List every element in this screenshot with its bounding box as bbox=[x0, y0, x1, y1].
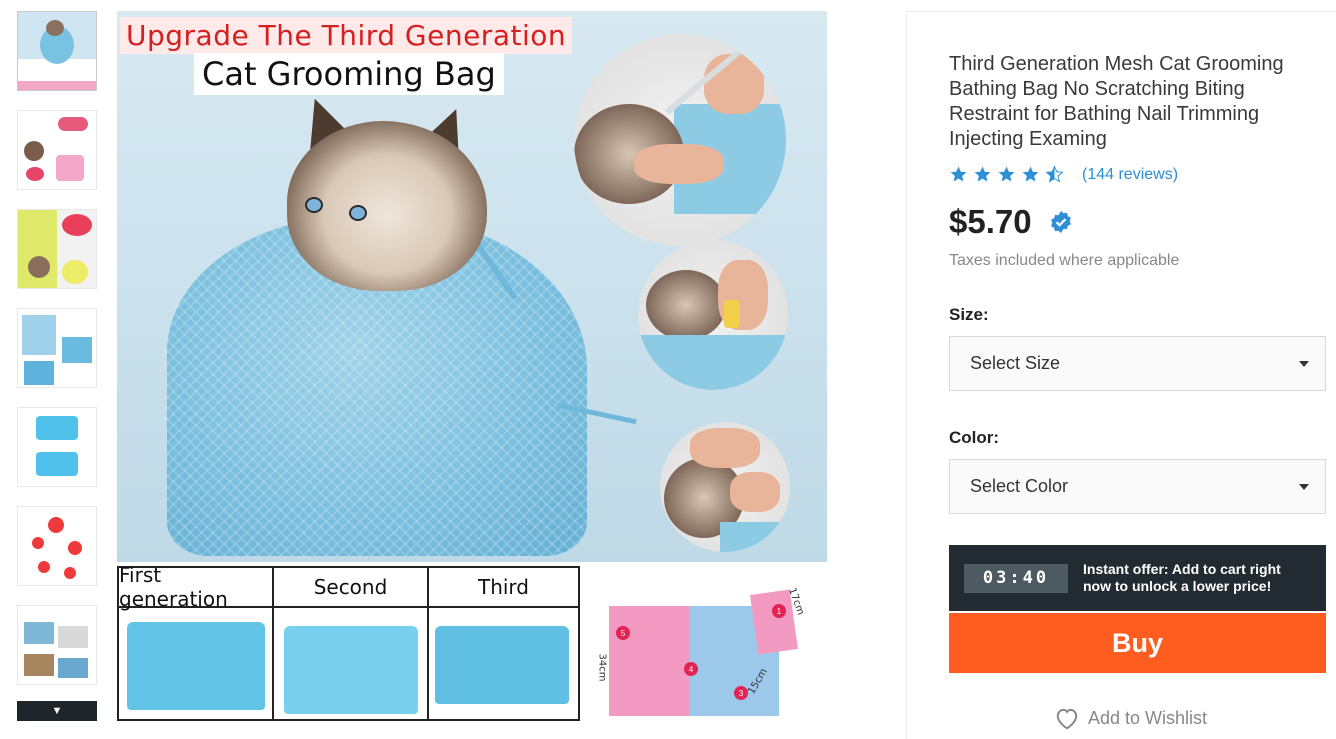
thumbnail-5[interactable] bbox=[17, 407, 97, 487]
thumbnail-1[interactable] bbox=[17, 11, 97, 91]
heart-icon bbox=[1056, 708, 1078, 730]
main-product-image: Upgrade The Third Generation Cat Groomin… bbox=[117, 11, 827, 721]
thumbnail-7[interactable] bbox=[17, 605, 97, 685]
product-title: Third Generation Mesh Cat Grooming Bathi… bbox=[949, 53, 1284, 150]
add-to-wishlist-button[interactable]: Add to Wishlist bbox=[1054, 706, 1207, 730]
color-select-value: Select Color bbox=[970, 476, 1069, 496]
diagram-marker-1: 1 bbox=[772, 604, 786, 618]
thumbnails-more-button[interactable]: ▼ bbox=[17, 701, 97, 721]
nail-trimming-photo bbox=[638, 240, 788, 390]
product-photo: Upgrade The Third Generation Cat Groomin… bbox=[117, 11, 827, 562]
star-half-icon bbox=[1045, 165, 1064, 183]
diagram-marker-3: 3 bbox=[734, 686, 748, 700]
countdown-timer: 03:40 bbox=[964, 563, 1068, 593]
wishlist-label: Add to Wishlist bbox=[1088, 707, 1208, 728]
thumbnail-6[interactable] bbox=[17, 506, 97, 586]
color-select[interactable]: Select Color bbox=[949, 459, 1326, 514]
banner-subheadline: Cat Grooming Bag bbox=[194, 53, 504, 95]
verified-badge-icon bbox=[1050, 211, 1071, 233]
color-label: Color: bbox=[949, 428, 1000, 447]
generation-header-third: Third bbox=[477, 575, 529, 599]
size-label: Size: bbox=[949, 305, 989, 324]
chevron-down-icon: ▼ bbox=[51, 705, 63, 717]
price-row: $5.70 bbox=[949, 203, 1073, 241]
buy-button[interactable]: Buy bbox=[949, 613, 1326, 673]
banner-headline: Upgrade The Third Generation bbox=[120, 17, 573, 54]
reviews-link[interactable]: (144 reviews) bbox=[1082, 166, 1178, 184]
ear-cleaning-photo bbox=[660, 422, 790, 552]
thumbnail-list bbox=[17, 11, 97, 704]
star-icon bbox=[974, 166, 991, 182]
rating-row: (144 reviews) bbox=[949, 165, 1178, 184]
diagram-marker-5: 5 bbox=[616, 626, 630, 640]
comparison-section: First generation Second Third 5 4 3 1 34… bbox=[117, 562, 827, 721]
offer-text: Instant offer: Add to cart right now to … bbox=[1083, 561, 1281, 594]
star-icon bbox=[998, 166, 1015, 182]
star-icon bbox=[950, 166, 967, 182]
caret-down-icon bbox=[1299, 360, 1309, 367]
size-diagram: 5 4 3 1 2 34cm 17cm 15cm bbox=[594, 566, 827, 721]
price-value: $5.70 bbox=[949, 203, 1032, 240]
injection-photo bbox=[574, 34, 786, 246]
second-generation-bag bbox=[274, 608, 429, 719]
diagram-marker-4: 4 bbox=[684, 662, 698, 676]
thumbnail-3[interactable] bbox=[17, 209, 97, 289]
size-select-value: Select Size bbox=[970, 353, 1061, 373]
product-info-panel: Third Generation Mesh Cat Grooming Bathi… bbox=[906, 11, 1336, 739]
generation-header-first: First generation bbox=[119, 563, 274, 611]
size-select[interactable]: Select Size bbox=[949, 336, 1326, 391]
instant-offer-banner: 03:40 Instant offer: Add to cart right n… bbox=[949, 545, 1326, 611]
generation-header-second: Second bbox=[274, 568, 429, 606]
tax-note: Taxes included where applicable bbox=[949, 252, 1180, 269]
diagram-height-label: 34cm bbox=[596, 653, 608, 682]
thumbnail-2[interactable] bbox=[17, 110, 97, 190]
generation-comparison-table: First generation Second Third bbox=[117, 563, 580, 721]
thumbnail-4[interactable] bbox=[17, 308, 97, 388]
star-icon bbox=[1022, 166, 1039, 182]
third-generation-bag bbox=[429, 608, 578, 719]
caret-down-icon bbox=[1299, 483, 1309, 490]
first-generation-bag bbox=[119, 608, 274, 719]
